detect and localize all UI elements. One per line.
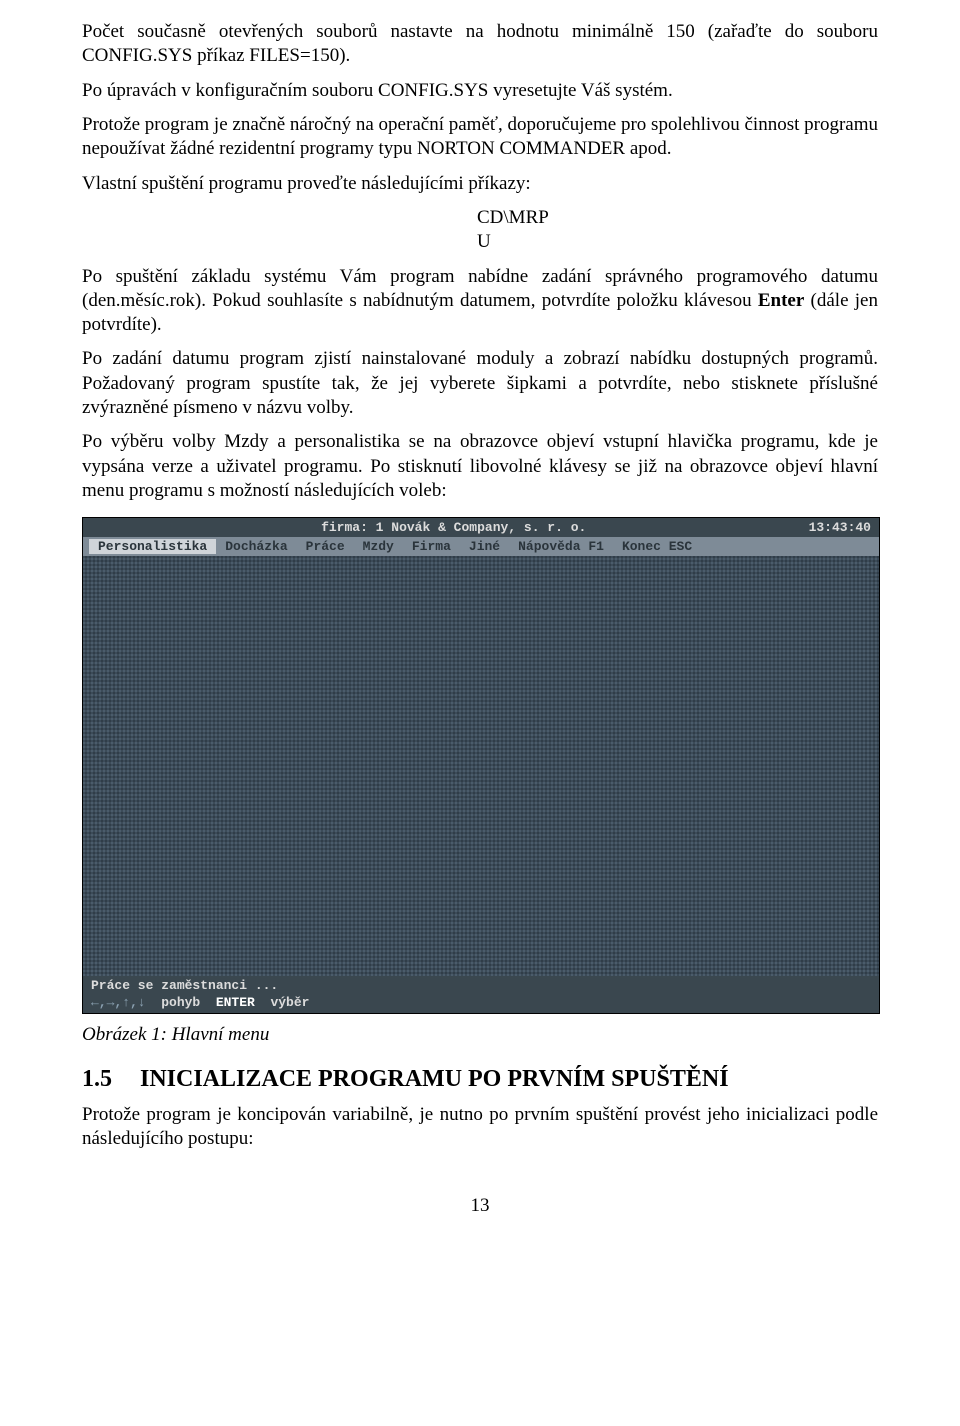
dos-title-center: firma: 1 Novák & Company, s. r. o. <box>321 520 586 535</box>
dos-menubar: Personalistika Docházka Práce Mzdy Firma… <box>83 537 879 556</box>
paragraph: Po úpravách v konfiguračním souboru CONF… <box>82 79 878 103</box>
paragraph: Protože program je koncipován variabilně… <box>82 1103 878 1152</box>
paragraph: Po spuštění základu systému Vám program … <box>82 265 878 338</box>
bold-text: Enter <box>758 290 804 311</box>
menu-item-jine[interactable]: Jiné <box>460 539 509 554</box>
command-block: CD\MRP U <box>82 206 878 255</box>
menu-item-napoveda[interactable]: Nápověda F1 <box>509 539 613 554</box>
menu-item-dochazka[interactable]: Docházka <box>216 539 296 554</box>
menu-item-firma[interactable]: Firma <box>403 539 460 554</box>
command-line: CD\MRP <box>477 206 878 230</box>
dos-screenshot: . firma: 1 Novák & Company, s. r. o. 13:… <box>82 517 878 1014</box>
status-enter: ENTER <box>216 995 255 1010</box>
command-line: U <box>477 230 878 254</box>
figure-caption: Obrázek 1: Hlavní menu <box>82 1024 878 1046</box>
status-text: výběr <box>255 995 310 1010</box>
status-text: pohyb <box>146 995 216 1010</box>
paragraph: Po zadání datumu program zjistí nainstal… <box>82 347 878 420</box>
menu-item-konec[interactable]: Konec ESC <box>613 539 701 554</box>
dos-titlebar: . firma: 1 Novák & Company, s. r. o. 13:… <box>83 518 879 537</box>
section-heading: 1.5INICIALIZACE PROGRAMU PO PRVNÍM SPUŠT… <box>82 1066 878 1093</box>
paragraph: Po výběru volby Mzdy a personalistika se… <box>82 430 878 503</box>
paragraph: Protože program je značně náročný na ope… <box>82 113 878 162</box>
dos-title-time: 13:43:40 <box>809 520 871 535</box>
menu-item-personalistika[interactable]: Personalistika <box>89 539 216 554</box>
status-line-1: Práce se zaměstnanci ... <box>91 978 278 993</box>
page-number: 13 <box>82 1195 878 1235</box>
paragraph: Vlastní spuštění programu proveďte násle… <box>82 172 878 196</box>
menu-item-mzdy[interactable]: Mzdy <box>354 539 403 554</box>
section-title: INICIALIZACE PROGRAMU PO PRVNÍM SPUŠTĚNÍ <box>140 1066 729 1092</box>
menu-item-prace[interactable]: Práce <box>297 539 354 554</box>
dos-statusbar: Práce se zaměstnanci ... ←,→,↑,↓ pohyb E… <box>83 976 879 1013</box>
status-arrows: ←,→,↑,↓ <box>91 995 146 1010</box>
section-number: 1.5 <box>82 1066 140 1093</box>
paragraph: Počet současně otevřených souborů nastav… <box>82 20 878 69</box>
dos-workspace <box>83 556 879 976</box>
